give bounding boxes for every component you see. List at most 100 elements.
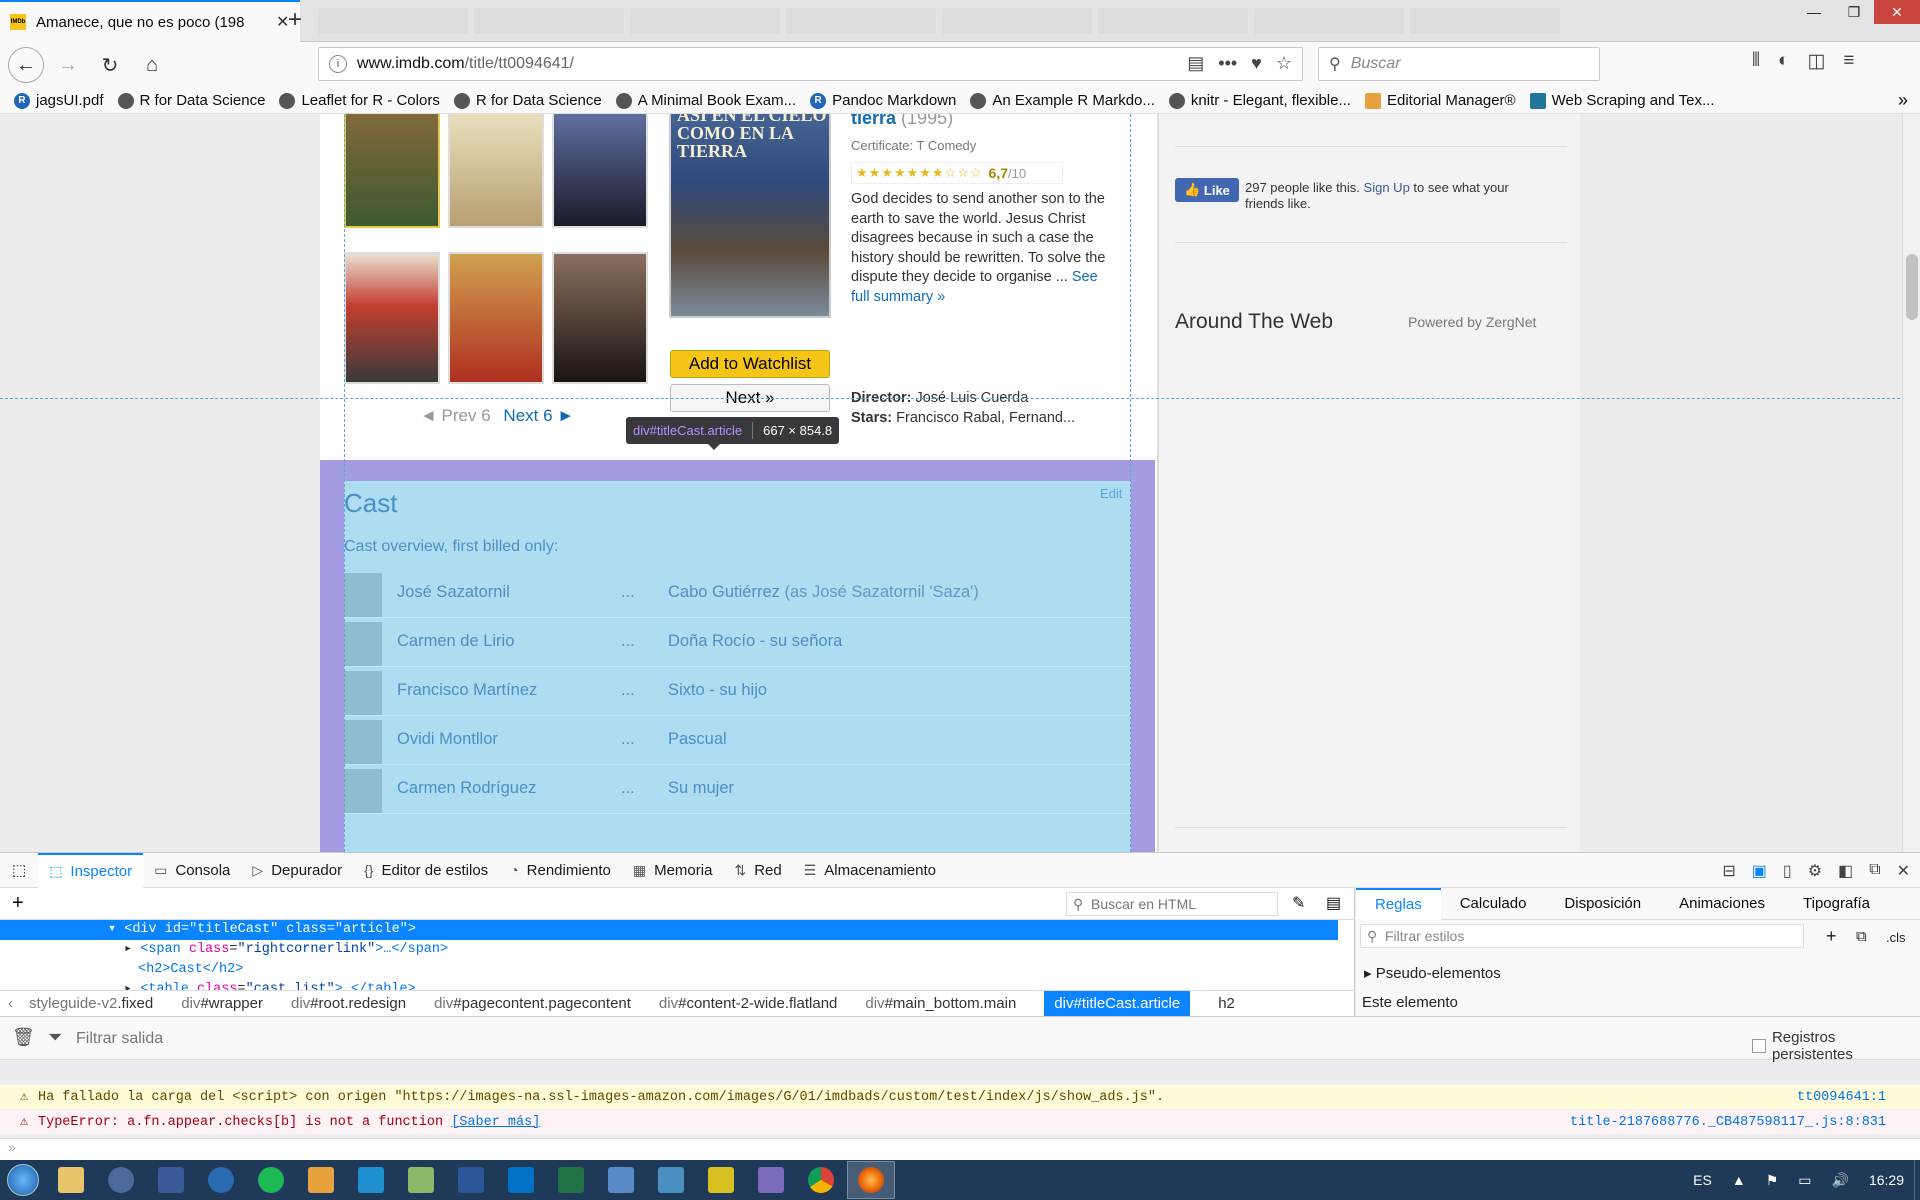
devtools-tab[interactable]: ⇅ Red [723, 853, 792, 888]
word-icon[interactable] [447, 1161, 495, 1199]
actor-name[interactable]: Francisco Martínez [397, 681, 537, 700]
background-tab[interactable] [630, 8, 780, 34]
character-name[interactable]: Doña Rocío - su señora [668, 632, 842, 650]
fb-signup-link[interactable]: Sign Up [1364, 180, 1410, 195]
prev-6-link[interactable]: ◄ Prev 6 [420, 406, 491, 425]
html-search-input[interactable]: ⚲ Buscar en HTML [1066, 892, 1278, 916]
learn-more-link[interactable]: [Saber más] [451, 1115, 540, 1130]
language-indicator[interactable]: ES [1693, 1172, 1712, 1188]
home-icon[interactable]: ⌂ [134, 47, 170, 83]
cast-edit-link[interactable]: Edit [1100, 486, 1122, 501]
extension-icon[interactable]: ◐ [1778, 50, 1789, 73]
menu-icon[interactable]: ≡ [1843, 50, 1854, 73]
app-icon[interactable] [97, 1161, 145, 1199]
markup-node[interactable]: ▸ <span class="rightcornerlink">…</span> [0, 940, 1338, 960]
actor-photo[interactable] [344, 720, 382, 764]
eyedropper-icon[interactable]: ✎ [1292, 893, 1305, 913]
breadcrumb-item[interactable]: div#pagecontent.pagecontent [434, 995, 631, 1012]
actor-photo[interactable] [344, 671, 382, 715]
markup-node[interactable]: <h2>Cast</h2> [0, 960, 1338, 980]
minimize-icon[interactable]: — [1794, 0, 1834, 24]
tab-active[interactable]: IMDb Amanece, que no es poco (198 ✕ [0, 0, 300, 42]
sidebar-icon[interactable]: ◫ [1807, 50, 1825, 73]
pocket-icon[interactable]: ♥ [1251, 53, 1262, 74]
app-icon[interactable] [147, 1161, 195, 1199]
related-movie-thumbnail[interactable] [448, 252, 544, 384]
bookmark-item[interactable]: R for Data Science [453, 92, 602, 109]
excel-icon[interactable] [547, 1161, 595, 1199]
devtools-tab[interactable]: ▦ Memoria [622, 853, 724, 888]
filter-output-input[interactable]: Filtrar salida [76, 1030, 163, 1048]
character-name[interactable]: Su mujer [668, 779, 734, 797]
actor-name[interactable]: Carmen de Lirio [397, 632, 514, 651]
clock[interactable]: 16:29 [1869, 1172, 1904, 1188]
devtools-tab[interactable]: ▭ Consola [143, 853, 241, 888]
bookmark-item[interactable]: R for Data Science [117, 92, 265, 109]
cls-button[interactable]: .cls [1886, 930, 1906, 945]
add-rule-icon[interactable]: + [1826, 926, 1837, 947]
bookmark-item[interactable]: Web Scraping and Tex... [1529, 92, 1715, 109]
movie-title[interactable]: tierra (1995) [851, 114, 953, 129]
character-name[interactable]: Sixto - su hijo [668, 681, 767, 699]
bookmarks-overflow-icon[interactable]: » [1898, 90, 1908, 111]
character-name[interactable]: Cabo Gutiérrez [668, 583, 780, 601]
toggle-classes-icon[interactable]: ⧉ [1856, 928, 1867, 945]
actor-name[interactable]: José Sazatornil [397, 583, 510, 602]
breadcrumb-item[interactable]: div#wrapper [181, 995, 263, 1012]
console-input[interactable]: » [0, 1138, 1920, 1160]
reader-view-icon[interactable]: ▤ [1187, 53, 1204, 74]
related-movie-thumbnail[interactable] [448, 114, 544, 228]
info-icon[interactable]: i [329, 55, 347, 73]
outlook-icon[interactable] [497, 1161, 545, 1199]
character-name[interactable]: Pascual [668, 730, 727, 748]
app-icon[interactable] [597, 1161, 645, 1199]
forward-arrow-icon[interactable]: → [50, 47, 86, 83]
chrome-icon[interactable] [797, 1161, 845, 1199]
movie-poster[interactable]: ASÍ EN EL CIELO COMO EN LA TIERRA [669, 114, 831, 318]
more-actions-icon[interactable]: ••• [1218, 53, 1237, 74]
related-movie-thumbnail[interactable] [344, 114, 440, 228]
breadcrumb-item[interactable]: styleguide-v2.fixed [29, 995, 153, 1012]
spotify-icon[interactable] [247, 1161, 295, 1199]
responsive-design-icon[interactable]: ▯ [1783, 861, 1792, 881]
stars-names[interactable]: Francisco Rabal, Fernand... [896, 410, 1075, 426]
bookmark-item[interactable]: Editorial Manager® [1364, 92, 1516, 109]
screenshot-node-icon[interactable]: ▤ [1326, 893, 1341, 913]
add-to-watchlist-button[interactable]: Add to Watchlist [670, 350, 830, 378]
background-tab[interactable] [1098, 8, 1248, 34]
settings-gear-icon[interactable]: ⚙ [1808, 861, 1822, 881]
new-tab-button[interactable]: + [288, 6, 302, 34]
devtools-tab[interactable]: ▷ Depurador [241, 853, 353, 888]
search-input[interactable]: ⚲ Buscar [1318, 47, 1600, 81]
background-tab[interactable] [1254, 8, 1404, 34]
related-movie-thumbnail[interactable] [552, 114, 648, 228]
rules-tab[interactable]: Tipografía [1784, 889, 1889, 919]
scrollbar-thumb[interactable] [1906, 254, 1918, 320]
devtools-tab[interactable]: ◔ Rendimiento [499, 853, 622, 888]
bookmark-item[interactable]: A Minimal Book Exam... [615, 92, 796, 109]
filter-styles-input[interactable]: ⚲ Filtrar estilos [1360, 924, 1804, 948]
background-tab[interactable] [1410, 8, 1560, 34]
r-app-icon[interactable] [197, 1161, 245, 1199]
notepad-icon[interactable] [397, 1161, 445, 1199]
reload-icon[interactable]: ↻ [92, 47, 128, 83]
frame-selector-icon[interactable]: ▣ [1752, 861, 1767, 881]
page-scrollbar[interactable] [1902, 114, 1920, 852]
tray-expand-icon[interactable]: ▲ [1732, 1172, 1746, 1188]
app-icon[interactable] [347, 1161, 395, 1199]
breadcrumb-current[interactable]: div#titleCast.article [1044, 991, 1191, 1016]
library-icon[interactable]: ⫴ [1752, 50, 1760, 73]
actor-photo[interactable] [344, 573, 382, 617]
bookmark-item[interactable]: RjagsUI.pdf [14, 92, 104, 109]
actor-photo[interactable] [344, 622, 382, 666]
bookmark-item[interactable]: R Pandoc Markdown [810, 92, 956, 109]
app-icon[interactable] [697, 1161, 745, 1199]
console-message-source[interactable]: tt0094641:1 [1797, 1085, 1886, 1110]
firefox-icon[interactable] [847, 1161, 895, 1199]
actor-name[interactable]: Ovidi Montllor [397, 730, 498, 749]
background-tab[interactable] [318, 8, 468, 34]
bookmark-item[interactable]: Leaflet for R - Colors [279, 92, 440, 109]
volume-icon[interactable]: 🔊 [1832, 1172, 1849, 1189]
devtools-tab[interactable]: {} Editor de estilos [353, 853, 499, 888]
bookmark-star-icon[interactable]: ☆ [1276, 53, 1292, 74]
